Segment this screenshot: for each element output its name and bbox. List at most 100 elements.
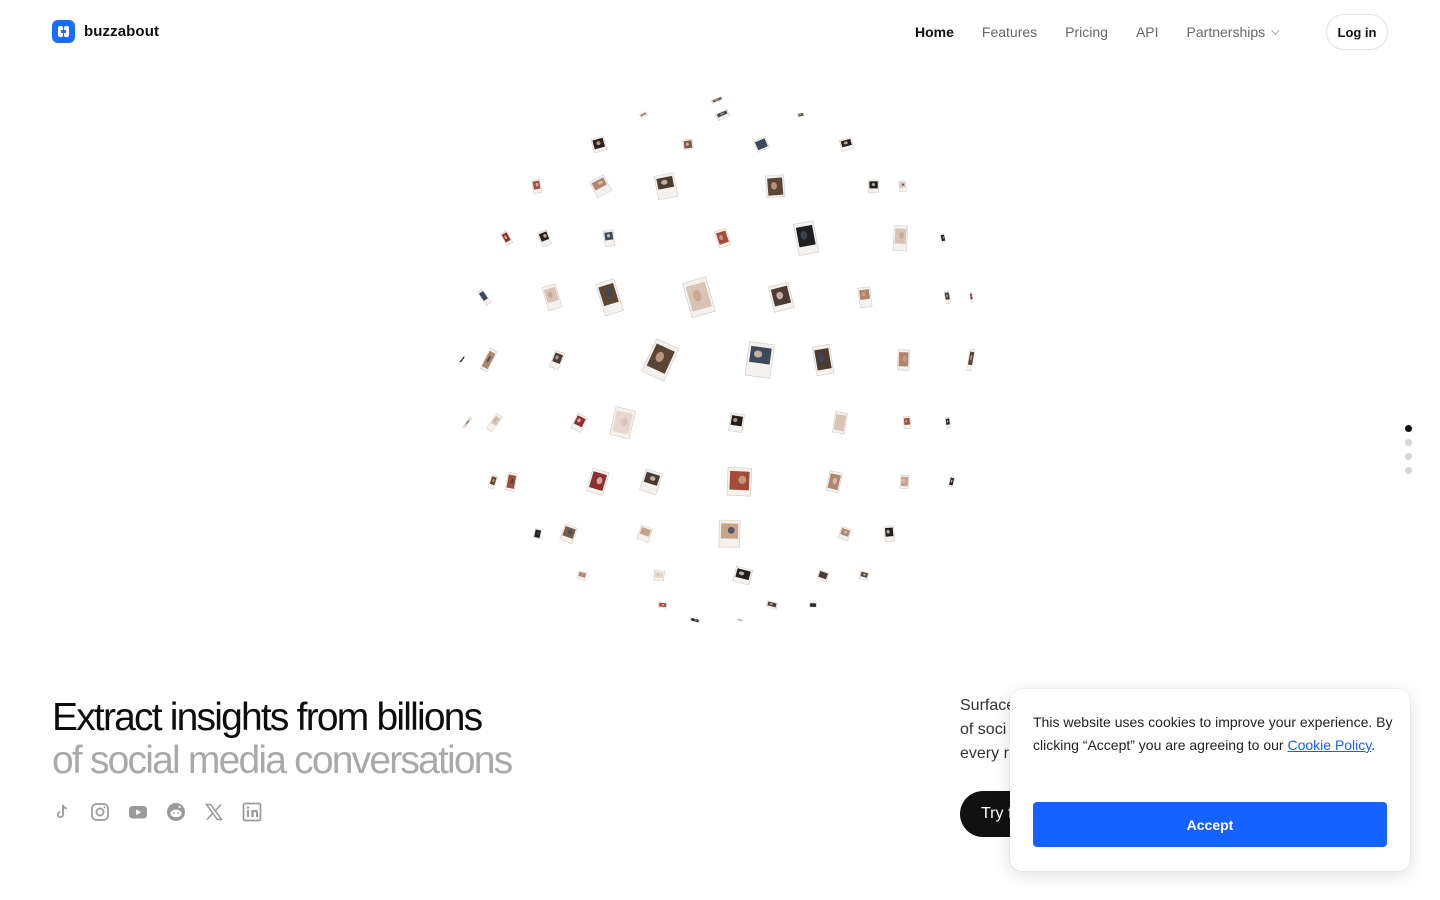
sphere-thumbnail (892, 225, 909, 252)
accept-cookies-button[interactable]: Accept (1033, 802, 1387, 847)
sphere-thumbnail (657, 601, 668, 609)
sphere-thumbnail (765, 174, 786, 199)
sphere-thumbnail (718, 519, 741, 548)
section-pager (1405, 425, 1412, 474)
reddit-icon (166, 802, 186, 822)
platform-icons (52, 802, 262, 822)
sphere-thumbnail (487, 474, 499, 490)
tiktok-icon (52, 802, 72, 822)
pager-dot[interactable] (1405, 425, 1412, 432)
sphere-thumbnail (639, 468, 663, 496)
sphere-thumbnail (548, 349, 565, 371)
cookie-message: This website uses cookies to improve you… (1033, 711, 1393, 757)
sphere-thumbnail (726, 467, 753, 497)
sphere-thumbnail (765, 600, 778, 610)
sphere-thumbnail (477, 288, 492, 306)
site-header: buzzabout Home Features Pricing API Part… (0, 0, 1440, 64)
sphere-thumbnail (486, 412, 503, 433)
sphere-thumbnail (944, 416, 951, 429)
sphere-thumbnail (590, 135, 608, 154)
youtube-icon (128, 802, 148, 822)
nav-partnerships-dropdown[interactable]: Partnerships (1186, 22, 1280, 42)
pager-dot[interactable] (1405, 453, 1412, 460)
sphere-thumbnail (653, 172, 679, 201)
sphere-thumbnail (857, 286, 873, 309)
sphere-thumbnail (531, 178, 542, 194)
nav-features[interactable]: Features (982, 22, 1037, 42)
sphere-graphic (458, 95, 976, 623)
sphere-thumbnail (832, 411, 848, 435)
sphere-thumbnail (825, 470, 843, 494)
sphere-thumbnail (966, 348, 976, 372)
sphere-thumbnail (816, 569, 830, 582)
sphere-thumbnail (602, 229, 616, 247)
sphere-thumbnail (883, 525, 895, 543)
sphere-thumbnail (728, 412, 745, 433)
cookie-banner: This website uses cookies to improve you… (1010, 689, 1410, 871)
sphere-thumbnail (585, 467, 610, 496)
instagram-icon (90, 802, 110, 822)
sphere-thumbnail (576, 570, 588, 581)
hero-headline: Extract insights from billions of social… (52, 696, 513, 782)
sphere-thumbnail (589, 174, 613, 199)
sphere-thumbnail (711, 95, 724, 104)
sphere-thumbnail (682, 276, 716, 319)
sphere-thumbnail (969, 292, 974, 303)
content-sphere (455, 94, 987, 626)
nav-pricing[interactable]: Pricing (1065, 22, 1108, 42)
sphere-thumbnail (752, 136, 771, 153)
brand-logo[interactable]: buzzabout (52, 20, 159, 43)
sphere-thumbnail (948, 475, 956, 488)
sphere-thumbnail (641, 338, 680, 382)
sphere-thumbnail (744, 341, 775, 379)
sphere-thumbnail (504, 471, 518, 492)
main-nav: Home Features Pricing API Partnerships (915, 22, 1280, 42)
pager-dot[interactable] (1405, 467, 1412, 474)
hero-headline-line1: Extract insights from billions (52, 696, 483, 739)
nav-home[interactable]: Home (915, 22, 954, 42)
brand-logo-icon (52, 20, 75, 43)
sphere-thumbnail (793, 220, 820, 257)
sphere-thumbnail (533, 527, 543, 540)
sphere-thumbnail (897, 349, 910, 371)
sphere-thumbnail (732, 565, 754, 586)
pager-dot[interactable] (1405, 439, 1412, 446)
sphere-thumbnail (797, 112, 805, 118)
sphere-thumbnail (639, 111, 648, 119)
sphere-thumbnail (609, 406, 636, 440)
sphere-thumbnail (682, 138, 694, 151)
chevron-down-icon (1271, 26, 1280, 35)
sphere-thumbnail (899, 474, 910, 489)
sphere-thumbnail (479, 347, 498, 373)
nav-partnerships-label: Partnerships (1186, 24, 1266, 40)
sphere-thumbnail (458, 355, 466, 365)
login-button[interactable]: Log in (1326, 14, 1388, 50)
sphere-thumbnail (462, 416, 473, 429)
brand-name: buzzabout (84, 23, 160, 40)
sphere-thumbnail (898, 180, 907, 193)
cookie-message-end: . (1371, 737, 1376, 753)
cookie-policy-link[interactable]: Cookie Policy (1287, 737, 1371, 753)
sphere-thumbnail (595, 278, 624, 317)
sphere-thumbnail (809, 602, 817, 608)
sphere-thumbnail (868, 179, 879, 194)
sphere-thumbnail (939, 233, 947, 244)
sphere-thumbnail (570, 412, 588, 433)
sphere-thumbnail (839, 136, 855, 152)
sphere-thumbnail (837, 526, 852, 542)
sphere-thumbnail (715, 108, 731, 122)
sphere-thumbnail (943, 290, 952, 305)
nav-api[interactable]: API (1136, 22, 1159, 42)
linkedin-icon (242, 802, 262, 822)
sphere-thumbnail (811, 343, 835, 377)
sphere-thumbnail (500, 230, 514, 247)
hero-headline-line2: of social media conversations (52, 739, 513, 782)
sphere-thumbnail (736, 618, 744, 622)
sphere-thumbnail (537, 229, 553, 248)
sphere-thumbnail (858, 570, 870, 581)
sphere-thumbnail (541, 283, 563, 312)
x-icon (204, 802, 224, 822)
sphere-thumbnail (767, 281, 795, 313)
sphere-thumbnail (902, 416, 912, 430)
sphere-thumbnail (713, 227, 732, 249)
